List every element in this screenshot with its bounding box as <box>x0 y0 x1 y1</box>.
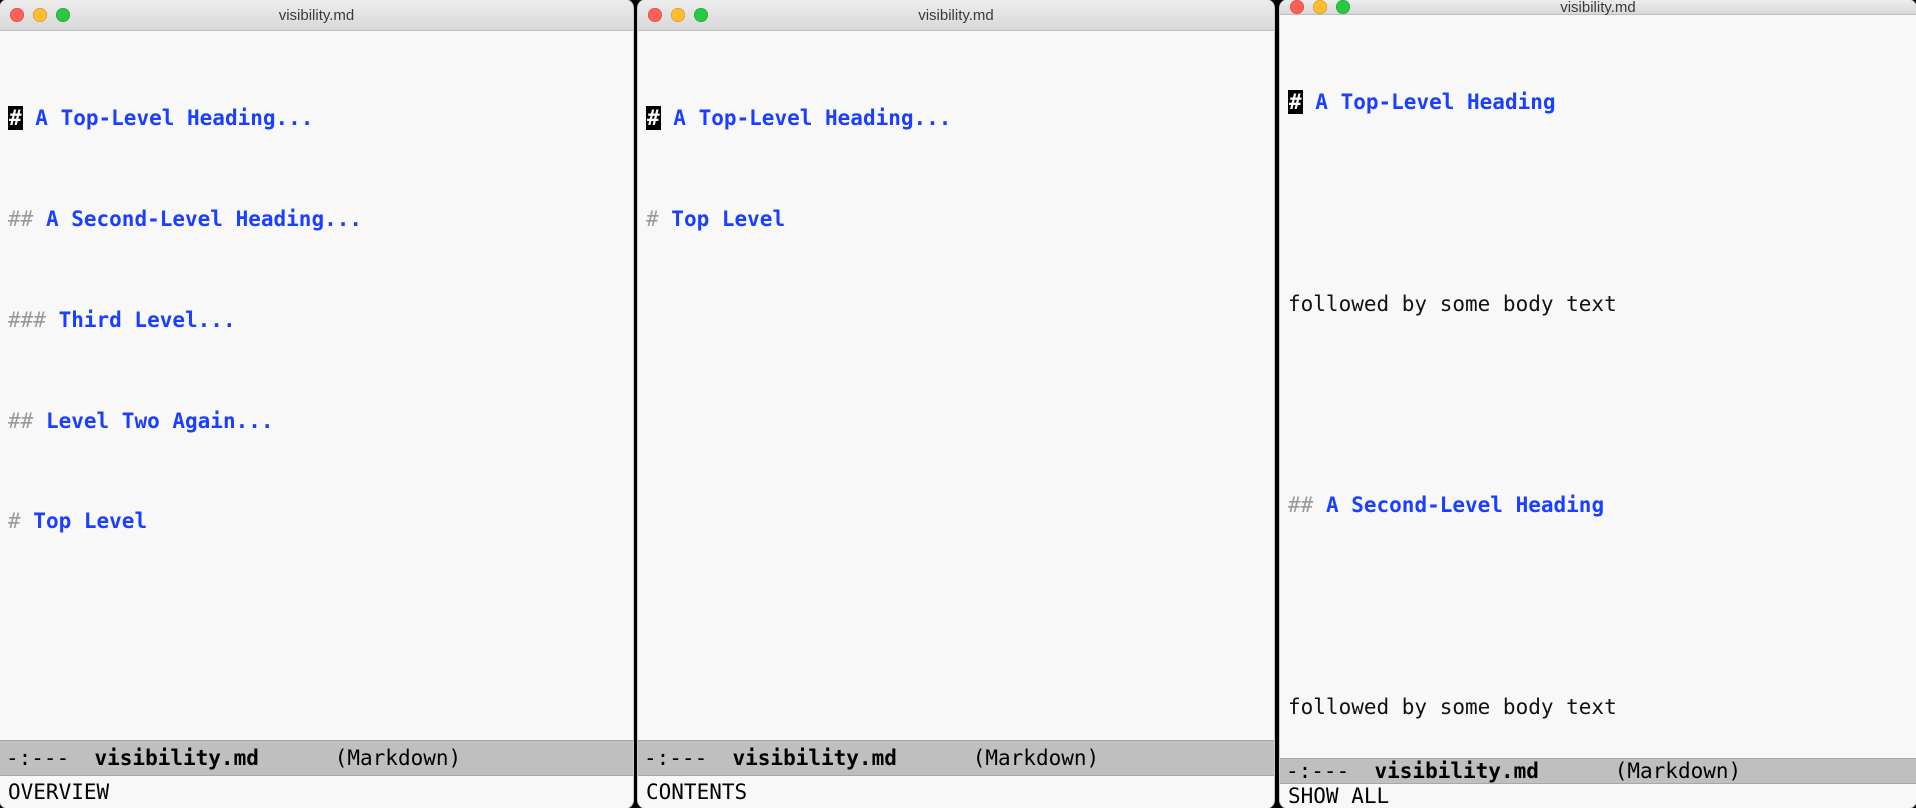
heading-text: Top Level <box>671 207 785 231</box>
blank-line[interactable] <box>1288 389 1908 423</box>
buffer-area[interactable]: # A Top-Level Heading followed by some b… <box>1280 15 1916 758</box>
cursor-hash-icon: # <box>1288 90 1303 114</box>
window-title: visibility.md <box>638 7 1274 24</box>
editor-pane-overview: visibility.md # A Top-Level Heading... #… <box>0 0 633 808</box>
minimize-icon[interactable] <box>671 8 685 22</box>
modeline[interactable]: -:--- visibility.md (Markdown) <box>1280 758 1916 784</box>
close-icon[interactable] <box>648 8 662 22</box>
modeline-buffer: visibility.md <box>1362 759 1539 783</box>
hash-marker-icon: ## <box>8 409 46 433</box>
window-title: visibility.md <box>0 7 633 24</box>
titlebar[interactable]: visibility.md <box>638 0 1274 31</box>
close-icon[interactable] <box>10 8 24 22</box>
heading-line[interactable]: # A Top-Level Heading <box>1288 86 1908 120</box>
hash-marker-icon: ## <box>1288 493 1326 517</box>
modeline-mode: (Markdown) <box>259 746 487 770</box>
zoom-icon[interactable] <box>1336 0 1350 14</box>
heading-line[interactable]: # Top Level <box>8 505 625 539</box>
cursor-hash-icon: # <box>8 106 23 130</box>
heading-line[interactable]: ### Third Level... <box>8 304 625 338</box>
modeline-buffer: visibility.md <box>720 746 897 770</box>
heading-text: Level Two Again... <box>46 409 274 433</box>
hash-marker-icon: ### <box>8 308 59 332</box>
zoom-icon[interactable] <box>56 8 70 22</box>
titlebar[interactable]: visibility.md <box>0 0 633 31</box>
workspace: visibility.md # A Top-Level Heading... #… <box>0 0 1916 808</box>
heading-line[interactable]: # A Top-Level Heading... <box>646 102 1266 136</box>
traffic-lights <box>638 8 708 22</box>
modeline[interactable]: -:--- visibility.md (Markdown) <box>638 740 1274 776</box>
traffic-lights <box>1280 0 1350 14</box>
minibuffer-text: SHOW ALL <box>1288 784 1389 808</box>
modeline-mode: (Markdown) <box>897 746 1125 770</box>
heading-text: Third Level... <box>59 308 236 332</box>
body-line[interactable]: followed by some body text <box>1288 691 1908 725</box>
hash-marker-icon: # <box>646 207 671 231</box>
blank-line[interactable] <box>1288 187 1908 221</box>
body-line[interactable]: followed by some body text <box>1288 288 1908 322</box>
body-text: followed by some body text <box>1288 292 1617 316</box>
heading-text: A Second-Level Heading... <box>46 207 362 231</box>
window-title: visibility.md <box>1280 0 1916 16</box>
editor-pane-contents: visibility.md # A Top-Level Heading... #… <box>638 0 1274 808</box>
editor-pane-showall: visibility.md # A Top-Level Heading foll… <box>1280 0 1916 808</box>
minimize-icon[interactable] <box>33 8 47 22</box>
cursor-hash-icon: # <box>646 106 661 130</box>
heading-text: A Top-Level Heading... <box>661 106 952 130</box>
modeline-mode: (Markdown) <box>1539 759 1767 783</box>
buffer-area[interactable]: # A Top-Level Heading... ## A Second-Lev… <box>0 31 633 740</box>
body-text: followed by some body text <box>1288 695 1617 719</box>
minimize-icon[interactable] <box>1313 0 1327 14</box>
minibuffer-text: CONTENTS <box>646 780 747 804</box>
modeline-buffer: visibility.md <box>82 746 259 770</box>
heading-text: A Top-Level Heading <box>1303 90 1556 114</box>
titlebar[interactable]: visibility.md <box>1280 0 1916 15</box>
hash-marker-icon: ## <box>8 207 46 231</box>
close-icon[interactable] <box>1290 0 1304 14</box>
minibuffer-text: OVERVIEW <box>8 780 109 804</box>
zoom-icon[interactable] <box>694 8 708 22</box>
heading-text: A Top-Level Heading... <box>23 106 314 130</box>
heading-line[interactable]: ## A Second-Level Heading <box>1288 489 1908 523</box>
modeline-status: -:--- <box>1286 759 1362 783</box>
minibuffer[interactable]: CONTENTS <box>638 776 1274 808</box>
heading-line[interactable]: ## A Second-Level Heading... <box>8 203 625 237</box>
heading-text: A Second-Level Heading <box>1326 493 1604 517</box>
heading-line[interactable]: # A Top-Level Heading... <box>8 102 625 136</box>
modeline-status: -:--- <box>644 746 720 770</box>
minibuffer[interactable]: SHOW ALL <box>1280 784 1916 808</box>
modeline-status: -:--- <box>6 746 82 770</box>
modeline[interactable]: -:--- visibility.md (Markdown) <box>0 740 633 776</box>
heading-line[interactable]: # Top Level <box>646 203 1266 237</box>
minibuffer[interactable]: OVERVIEW <box>0 776 633 808</box>
heading-text: Top Level <box>33 509 147 533</box>
traffic-lights <box>0 8 70 22</box>
buffer-area[interactable]: # A Top-Level Heading... # Top Level <box>638 31 1274 740</box>
blank-line[interactable] <box>1288 590 1908 624</box>
heading-line[interactable]: ## Level Two Again... <box>8 405 625 439</box>
hash-marker-icon: # <box>8 509 33 533</box>
